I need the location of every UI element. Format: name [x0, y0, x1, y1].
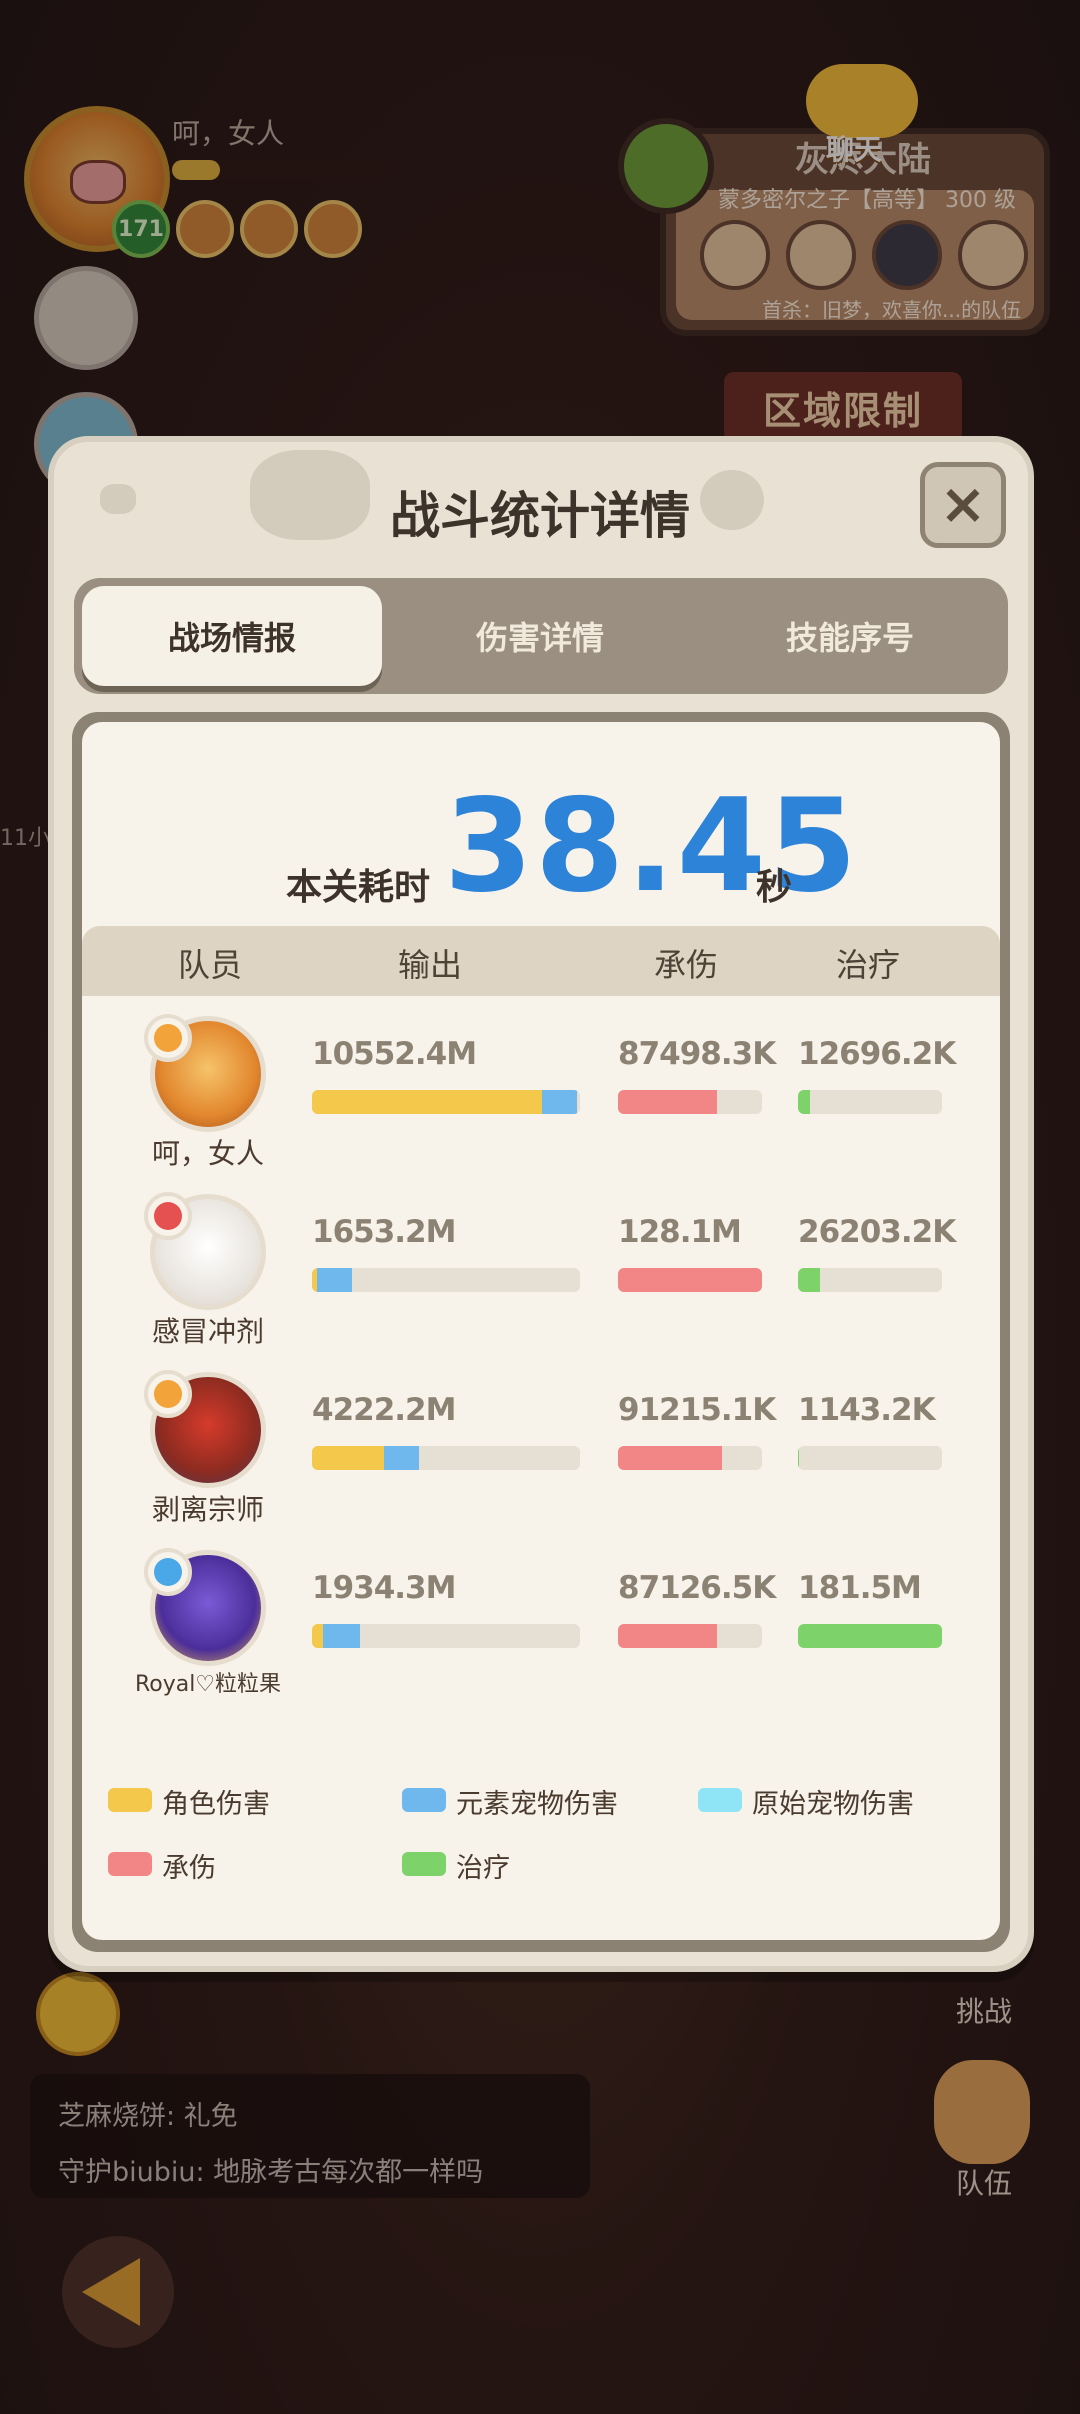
heal-bar	[798, 1446, 942, 1470]
time-label: 本关耗时	[286, 867, 431, 908]
legend-label: 承伤	[162, 1853, 216, 1884]
legend-swatch	[402, 1788, 446, 1812]
tab-damage-details[interactable]: 伤害详情	[390, 586, 690, 686]
output-segment-element-pet	[322, 1624, 361, 1648]
legend-swatch	[108, 1788, 152, 1812]
tank-bar	[618, 1268, 762, 1292]
element-icon	[144, 1370, 192, 1418]
output-bar	[312, 1090, 580, 1114]
tank-fill	[618, 1446, 722, 1470]
output-segment-role	[312, 1446, 385, 1470]
output-value: 1934.3M	[312, 1570, 456, 1606]
member-name: 剥离宗师	[151, 1493, 264, 1526]
output-segment-element-pet	[317, 1268, 353, 1292]
legend-swatch	[108, 1852, 152, 1876]
legend-label: 治疗	[456, 1853, 510, 1884]
tank-fill	[618, 1624, 718, 1648]
heal-value: 26203.2K	[798, 1214, 956, 1250]
column-tank: 承伤	[653, 946, 718, 984]
heal-bar	[798, 1268, 942, 1292]
time-value: 38.45	[444, 772, 859, 921]
output-value: 10552.4M	[312, 1036, 477, 1072]
heal-value: 1143.2K	[798, 1392, 936, 1428]
member-name: Royal♡粒粒果	[134, 1672, 282, 1697]
output-bar	[312, 1446, 580, 1470]
output-bar	[312, 1624, 580, 1648]
modal-title: 战斗统计详情	[390, 487, 690, 545]
tab-skill-order[interactable]: 技能序号	[700, 586, 1000, 686]
legend-label: 角色伤害	[162, 1789, 270, 1820]
close-icon: ×	[939, 472, 987, 537]
tank-value: 87126.5K	[618, 1570, 776, 1606]
output-segment-element-pet	[384, 1446, 420, 1470]
legend-label: 元素宠物伤害	[456, 1789, 618, 1820]
column-member: 队员	[177, 946, 242, 984]
output-value: 1653.2M	[312, 1214, 456, 1250]
heal-value: 12696.2K	[798, 1036, 956, 1072]
member-name: 呵，女人	[151, 1137, 264, 1170]
heal-bar	[798, 1624, 942, 1648]
legend-label: 原始宠物伤害	[752, 1789, 914, 1820]
heal-fill	[798, 1624, 942, 1648]
column-heal: 治疗	[835, 946, 900, 984]
tank-value: 91215.1K	[618, 1392, 776, 1428]
tank-bar	[618, 1090, 762, 1114]
close-button[interactable]: ×	[920, 462, 1006, 548]
heal-fill	[798, 1268, 820, 1292]
output-segment-role	[312, 1624, 323, 1648]
output-segment-role	[312, 1090, 543, 1114]
tank-bar	[618, 1624, 762, 1648]
output-bar	[312, 1268, 580, 1292]
legend-swatch	[402, 1852, 446, 1876]
member-name: 感冒冲剂	[151, 1315, 264, 1348]
element-icon	[144, 1548, 192, 1596]
output-value: 4222.2M	[312, 1392, 456, 1428]
tab-battlefield-intel[interactable]: 战场情报	[82, 586, 382, 686]
heal-fill	[798, 1090, 810, 1114]
column-output: 输出	[397, 946, 462, 984]
element-icon	[144, 1014, 192, 1062]
element-icon	[144, 1192, 192, 1240]
output-segment-element-pet	[542, 1090, 578, 1114]
tank-value: 87498.3K	[618, 1036, 776, 1072]
heal-bar	[798, 1090, 942, 1114]
heal-value: 181.5M	[798, 1570, 922, 1606]
tank-value: 128.1M	[618, 1214, 742, 1250]
tank-fill	[618, 1268, 762, 1292]
heal-fill	[798, 1446, 800, 1470]
tank-fill	[618, 1090, 718, 1114]
time-unit: 秒	[756, 867, 793, 908]
tank-bar	[618, 1446, 762, 1470]
legend-swatch	[698, 1788, 742, 1812]
